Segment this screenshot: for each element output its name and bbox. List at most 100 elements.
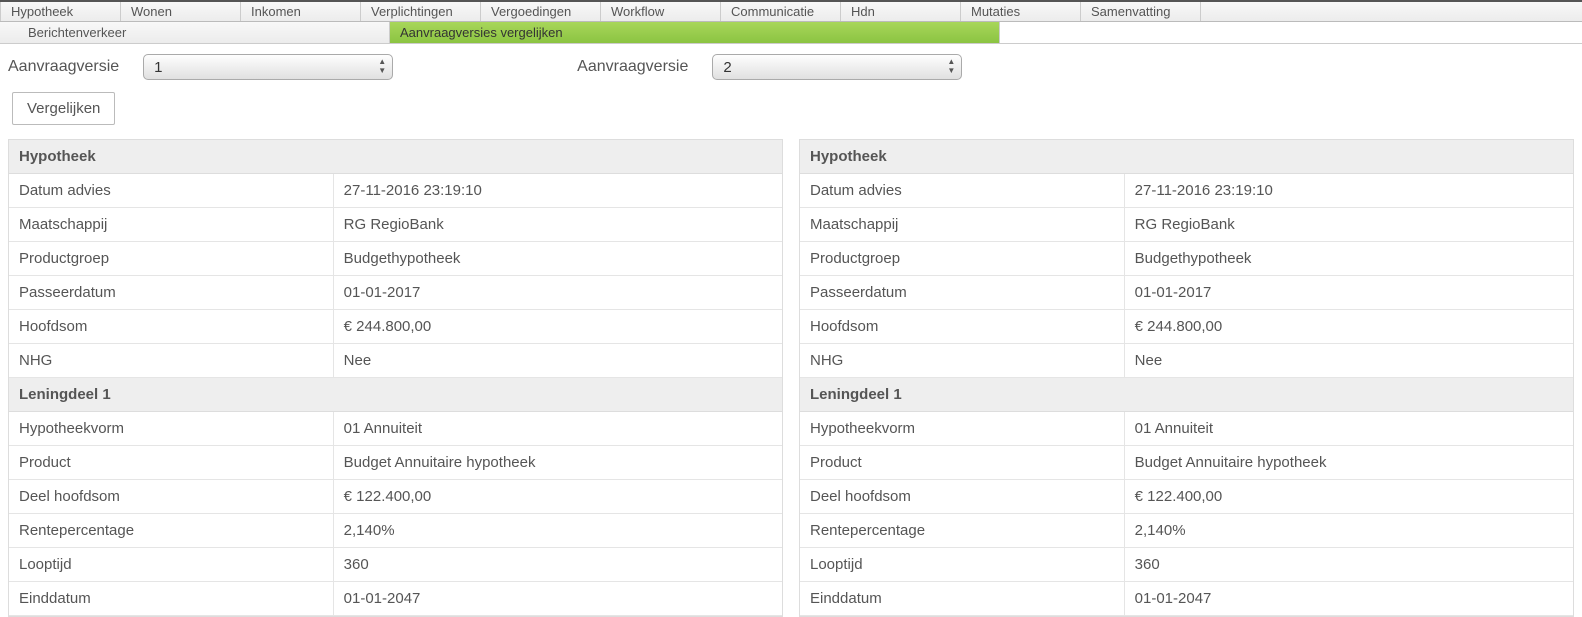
row-value: Nee [1125,344,1573,377]
row-value: 01-01-2047 [1125,582,1573,615]
row-value: Budget Annuitaire hypotheek [1125,446,1573,479]
row-key: Hypotheekvorm [9,412,334,445]
top-tab-verplichtingen[interactable]: Verplichtingen [360,2,480,21]
table-row: Looptijd360 [800,548,1573,582]
compare-controls: Aanvraagversie 1 ▲▼ Aanvraagversie 2 ▲▼ [0,44,1582,88]
row-key: Datum advies [9,174,334,207]
table-row: ProductgroepBudgethypotheek [9,242,782,276]
row-value: 360 [1125,548,1573,581]
table-row: Looptijd360 [9,548,782,582]
sub-tab-0[interactable]: Berichtenverkeer [0,22,390,43]
table-row: Hypotheekvorm01 Annuiteit [9,412,782,446]
row-key: Hoofdsom [800,310,1125,343]
row-value: 2,140% [334,514,782,547]
table-row: MaatschappijRG RegioBank [800,208,1573,242]
table-row: Rentepercentage2,140% [9,514,782,548]
row-value: 01-01-2047 [334,582,782,615]
table-row: Hoofdsom€ 244.800,00 [800,310,1573,344]
top-tab-workflow[interactable]: Workflow [600,2,720,21]
row-key: Product [9,446,334,479]
row-value: € 244.800,00 [1125,310,1573,343]
version-select-2[interactable]: 2 ▲▼ [712,54,962,80]
row-key: Maatschappij [9,208,334,241]
table-row: Passeerdatum01-01-2017 [800,276,1573,310]
row-key: Rentepercentage [800,514,1125,547]
top-tab-hypotheek[interactable]: Hypotheek [0,2,120,21]
row-value: Nee [334,344,782,377]
section-header: Hypotheek [800,140,1573,174]
top-tab-samenvatting[interactable]: Samenvatting [1080,2,1200,21]
table-row: Datum advies27-11-2016 23:19:10 [9,174,782,208]
top-tab-mutaties[interactable]: Mutaties [960,2,1080,21]
row-value: 01-01-2017 [334,276,782,309]
table-row: ProductBudget Annuitaire hypotheek [800,446,1573,480]
row-value: 27-11-2016 23:19:10 [1125,174,1573,207]
select-updown-icon: ▲▼ [378,57,386,75]
top-tab-wonen[interactable]: Wonen [120,2,240,21]
row-value: Budgethypotheek [1125,242,1573,275]
compare-button[interactable]: Vergelijken [12,92,115,125]
row-value: € 122.400,00 [334,480,782,513]
row-value: Budgethypotheek [334,242,782,275]
section-header: Leningdeel 1 [9,378,782,412]
top-tab-inkomen[interactable]: Inkomen [240,2,360,21]
table-row: NHGNee [800,344,1573,378]
table-row: Passeerdatum01-01-2017 [9,276,782,310]
top-tab-vergoedingen[interactable]: Vergoedingen [480,2,600,21]
row-key: NHG [9,344,334,377]
table-row: MaatschappijRG RegioBank [9,208,782,242]
table-row: Einddatum01-01-2047 [800,582,1573,616]
row-key: Deel hoofdsom [9,480,334,513]
row-value: Budget Annuitaire hypotheek [334,446,782,479]
table-row: Hoofdsom€ 244.800,00 [9,310,782,344]
table-row: Deel hoofdsom€ 122.400,00 [9,480,782,514]
row-key: Passeerdatum [800,276,1125,309]
sub-tab-bar: BerichtenverkeerAanvraagversies vergelij… [0,22,1582,44]
version-label-2: Aanvraagversie [577,58,688,76]
table-row: ProductgroepBudgethypotheek [800,242,1573,276]
version-select-2-value: 2 [723,59,731,76]
table-row: Deel hoofdsom€ 122.400,00 [800,480,1573,514]
row-key: Einddatum [9,582,334,615]
row-key: Productgroep [9,242,334,275]
row-key: Rentepercentage [9,514,334,547]
table-row: ProductBudget Annuitaire hypotheek [9,446,782,480]
row-key: Productgroep [800,242,1125,275]
sub-tab-1[interactable]: Aanvraagversies vergelijken [390,22,1000,43]
table-row: Datum advies27-11-2016 23:19:10 [800,174,1573,208]
row-value: € 122.400,00 [1125,480,1573,513]
table-row: Rentepercentage2,140% [800,514,1573,548]
panel-right: HypotheekDatum advies27-11-2016 23:19:10… [799,139,1574,617]
compare-panels: HypotheekDatum advies27-11-2016 23:19:10… [0,139,1582,617]
section-header: Hypotheek [9,140,782,174]
row-key: Looptijd [800,548,1125,581]
top-tab-spacer [1200,2,1582,21]
row-key: Einddatum [800,582,1125,615]
row-key: Hypotheekvorm [800,412,1125,445]
row-value: RG RegioBank [1125,208,1573,241]
row-key: Passeerdatum [9,276,334,309]
top-tab-hdn[interactable]: Hdn [840,2,960,21]
row-value: 360 [334,548,782,581]
table-row: Einddatum01-01-2047 [9,582,782,616]
row-key: Hoofdsom [9,310,334,343]
row-key: Product [800,446,1125,479]
row-value: 01 Annuiteit [334,412,782,445]
table-row: Hypotheekvorm01 Annuiteit [800,412,1573,446]
row-value: 01-01-2017 [1125,276,1573,309]
row-key: Datum advies [800,174,1125,207]
row-value: RG RegioBank [334,208,782,241]
panel-left: HypotheekDatum advies27-11-2016 23:19:10… [8,139,783,617]
version-label-1: Aanvraagversie [8,58,119,76]
row-key: Deel hoofdsom [800,480,1125,513]
row-key: NHG [800,344,1125,377]
top-tab-bar: HypotheekWonenInkomenVerplichtingenVergo… [0,0,1582,22]
top-tab-communicatie[interactable]: Communicatie [720,2,840,21]
version-select-1[interactable]: 1 ▲▼ [143,54,393,80]
row-value: € 244.800,00 [334,310,782,343]
select-updown-icon: ▲▼ [947,57,955,75]
version-select-1-value: 1 [154,59,162,76]
row-key: Maatschappij [800,208,1125,241]
row-key: Looptijd [9,548,334,581]
row-value: 2,140% [1125,514,1573,547]
